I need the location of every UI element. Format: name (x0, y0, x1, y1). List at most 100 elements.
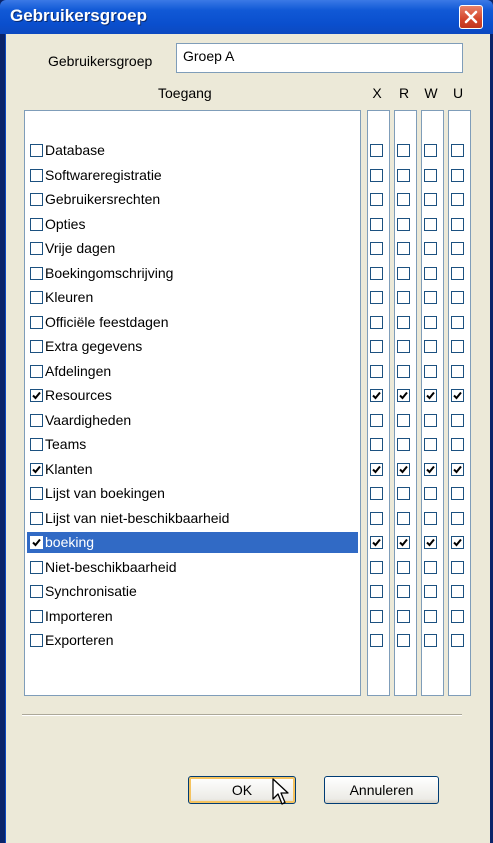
permission-checkbox-x[interactable] (370, 585, 383, 598)
permission-checkbox-x[interactable] (370, 560, 383, 574)
permission-checkbox-r[interactable] (397, 266, 410, 280)
permission-checkbox-x[interactable] (370, 438, 383, 451)
close-button[interactable] (459, 5, 483, 29)
permission-checkbox-w[interactable] (424, 364, 437, 378)
permission-checkbox-r[interactable] (397, 511, 410, 525)
permission-checkbox-u[interactable] (451, 315, 464, 329)
row-checkbox[interactable] (30, 364, 43, 378)
permission-checkbox-w[interactable] (424, 144, 437, 157)
permission-checkbox-u[interactable] (451, 609, 464, 623)
permission-checkbox-w[interactable] (424, 438, 437, 451)
permission-checkbox-u[interactable] (451, 193, 464, 206)
permission-checkbox-u[interactable] (451, 168, 464, 182)
list-item[interactable]: Afdelingen (27, 361, 358, 382)
permission-checkbox-w[interactable] (424, 340, 437, 353)
permission-checkbox-w[interactable] (424, 487, 437, 500)
list-item[interactable]: Lijst van niet-beschikbaarheid (27, 508, 358, 529)
permission-checkbox-x[interactable] (370, 511, 383, 525)
permission-checkbox-w[interactable] (424, 462, 437, 476)
permission-checkbox-x[interactable] (370, 168, 383, 182)
row-checkbox[interactable] (30, 144, 43, 157)
list-item[interactable]: Niet-beschikbaarheid (27, 557, 358, 578)
list-item[interactable]: Importeren (27, 606, 358, 627)
title-bar[interactable]: Gebruikersgroep (0, 0, 493, 34)
list-item[interactable]: Vrije dagen (27, 238, 358, 259)
row-checkbox[interactable] (30, 438, 43, 451)
permission-checkbox-u[interactable] (451, 266, 464, 280)
permission-checkbox-w[interactable] (424, 609, 437, 623)
list-item[interactable]: Officiële feestdagen (27, 312, 358, 333)
permission-checkbox-w[interactable] (424, 193, 437, 206)
permission-checkbox-w[interactable] (424, 536, 437, 549)
permission-checkbox-x[interactable] (370, 609, 383, 623)
permission-checkbox-r[interactable] (397, 585, 410, 598)
permission-checkbox-x[interactable] (370, 536, 383, 549)
permission-checkbox-w[interactable] (424, 168, 437, 182)
permission-checkbox-u[interactable] (451, 585, 464, 598)
permission-checkbox-w[interactable] (424, 389, 437, 402)
list-item[interactable]: Lijst van boekingen (27, 483, 358, 504)
permission-checkbox-r[interactable] (397, 217, 410, 231)
permission-checkbox-w[interactable] (424, 217, 437, 231)
permission-checkbox-r[interactable] (397, 487, 410, 500)
permission-checkbox-r[interactable] (397, 364, 410, 378)
row-checkbox[interactable] (30, 291, 43, 304)
permission-checkbox-r[interactable] (397, 536, 410, 549)
permission-checkbox-w[interactable] (424, 511, 437, 525)
list-item[interactable]: Gebruikersrechten (27, 189, 358, 210)
permission-checkbox-u[interactable] (451, 413, 464, 427)
list-item[interactable]: Exporteren (27, 630, 358, 651)
row-checkbox[interactable] (30, 462, 43, 476)
row-checkbox[interactable] (30, 242, 43, 255)
permission-checkbox-x[interactable] (370, 291, 383, 304)
permission-checkbox-r[interactable] (397, 291, 410, 304)
row-checkbox[interactable] (30, 511, 43, 525)
permission-checkbox-r[interactable] (397, 242, 410, 255)
permission-checkbox-x[interactable] (370, 266, 383, 280)
row-checkbox[interactable] (30, 315, 43, 329)
permission-checkbox-u[interactable] (451, 462, 464, 476)
permission-checkbox-x[interactable] (370, 242, 383, 255)
permission-checkbox-r[interactable] (397, 462, 410, 476)
permission-checkbox-u[interactable] (451, 487, 464, 500)
permission-checkbox-u[interactable] (451, 217, 464, 231)
permission-checkbox-r[interactable] (397, 609, 410, 623)
row-checkbox[interactable] (30, 634, 43, 647)
list-item[interactable]: Vaardigheden (27, 410, 358, 431)
permission-checkbox-u[interactable] (451, 634, 464, 647)
row-checkbox[interactable] (30, 560, 43, 574)
permission-checkbox-r[interactable] (397, 560, 410, 574)
row-checkbox[interactable] (30, 266, 43, 280)
list-item[interactable]: Klanten (27, 459, 358, 480)
permission-checkbox-x[interactable] (370, 413, 383, 427)
row-checkbox[interactable] (30, 217, 43, 231)
permission-checkbox-r[interactable] (397, 389, 410, 402)
list-item[interactable]: Resources (27, 385, 358, 406)
list-item[interactable]: Opties (27, 214, 358, 235)
list-item[interactable]: boeking (27, 532, 358, 553)
list-item[interactable]: Teams (27, 434, 358, 455)
row-checkbox[interactable] (30, 193, 43, 206)
permission-checkbox-w[interactable] (424, 266, 437, 280)
permission-checkbox-u[interactable] (451, 144, 464, 157)
permission-checkbox-r[interactable] (397, 168, 410, 182)
row-checkbox[interactable] (30, 487, 43, 500)
permission-checkbox-w[interactable] (424, 634, 437, 647)
permission-checkbox-x[interactable] (370, 487, 383, 500)
permission-checkbox-w[interactable] (424, 242, 437, 255)
row-checkbox[interactable] (30, 168, 43, 182)
permission-checkbox-x[interactable] (370, 340, 383, 353)
row-checkbox[interactable] (30, 413, 43, 427)
permission-checkbox-x[interactable] (370, 193, 383, 206)
permission-checkbox-w[interactable] (424, 291, 437, 304)
permission-checkbox-u[interactable] (451, 438, 464, 451)
list-item[interactable]: Extra gegevens (27, 336, 358, 357)
permission-checkbox-w[interactable] (424, 315, 437, 329)
permission-checkbox-w[interactable] (424, 560, 437, 574)
permission-checkbox-u[interactable] (451, 560, 464, 574)
permission-checkbox-x[interactable] (370, 144, 383, 157)
permission-checkbox-r[interactable] (397, 193, 410, 206)
list-item[interactable]: Database (27, 140, 358, 161)
permission-checkbox-r[interactable] (397, 340, 410, 353)
list-item[interactable]: Softwareregistratie (27, 165, 358, 186)
